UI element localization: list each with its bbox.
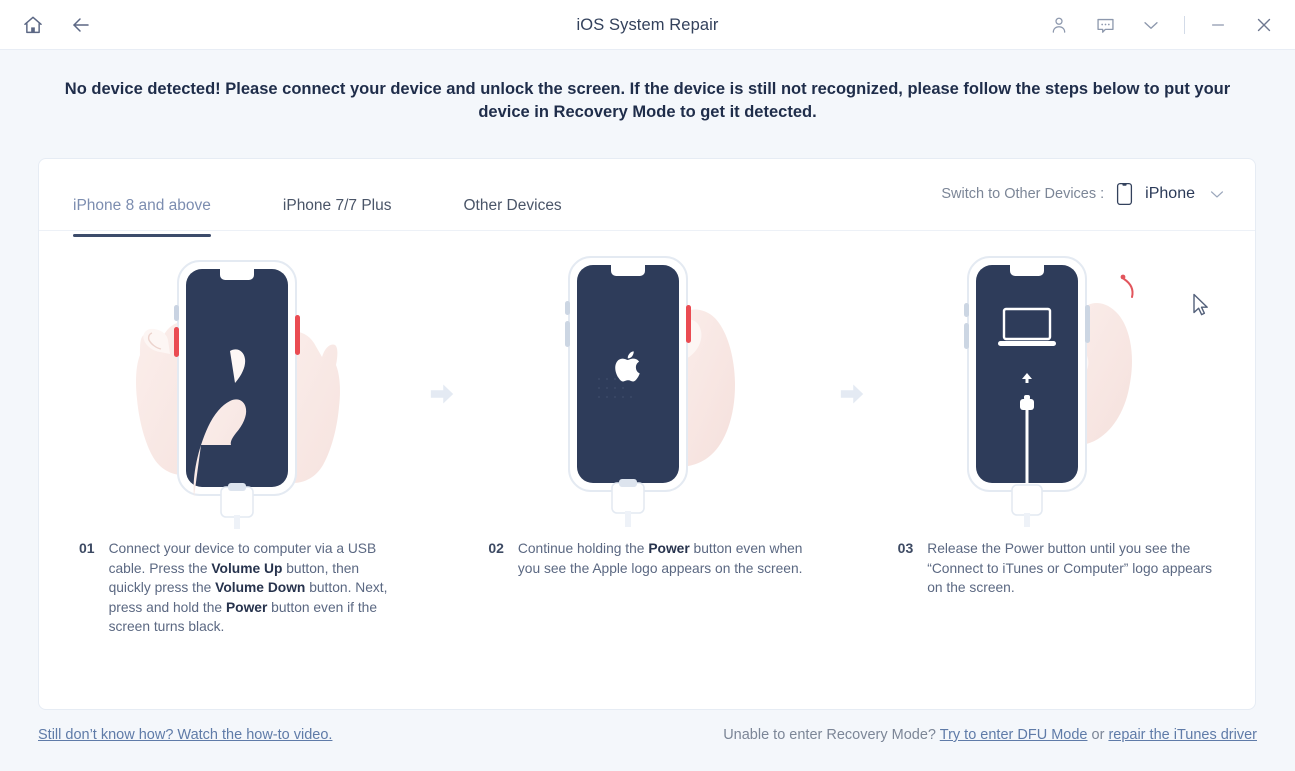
step-number: 01 xyxy=(79,540,95,556)
minimize-icon[interactable] xyxy=(1205,12,1231,38)
footer-help-text: Unable to enter Recovery Mode? Try to en… xyxy=(723,727,1257,743)
tab-other-devices[interactable]: Other Devices xyxy=(463,173,561,215)
repair-itunes-driver-link[interactable]: repair the iTunes driver xyxy=(1108,727,1257,743)
step-number: 02 xyxy=(488,540,504,556)
step-01-illustration xyxy=(45,243,430,533)
back-arrow-icon[interactable] xyxy=(68,12,94,38)
title-bar-right-controls xyxy=(1046,0,1277,50)
step-02: 02 Continue holding the Power button eve… xyxy=(454,231,839,651)
device-tab-row: iPhone 8 and above iPhone 7/7 Plus Other… xyxy=(39,159,1255,237)
step-description: Release the Power button until you see t… xyxy=(927,541,1213,595)
step-arrow-1-to-2 xyxy=(430,243,454,545)
step-01: 01 Connect your device to computer via a… xyxy=(45,231,430,651)
step-03-illustration xyxy=(864,243,1249,533)
user-account-icon[interactable] xyxy=(1046,12,1072,38)
recovery-steps-card: iPhone 8 and above iPhone 7/7 Plus Other… xyxy=(38,158,1256,710)
steps-container: 01 Connect your device to computer via a… xyxy=(39,231,1255,651)
title-bar-left-controls xyxy=(0,12,94,38)
dfu-mode-link[interactable]: Try to enter DFU Mode xyxy=(940,727,1088,743)
footer: Still don’t know how? Watch the how-to v… xyxy=(0,711,1295,771)
phone-icon xyxy=(1116,182,1133,206)
step-description: Continue holding the Power button even w… xyxy=(517,541,803,576)
tab-iphone-7-7-plus[interactable]: iPhone 7/7 Plus xyxy=(283,173,392,215)
step-03: 03 Release the Power button until you se… xyxy=(864,231,1249,651)
chevron-down-icon[interactable] xyxy=(1207,184,1227,204)
selected-device-value: iPhone xyxy=(1145,185,1195,202)
switch-to-other-devices[interactable]: Switch to Other Devices : iPhone xyxy=(941,159,1227,229)
step-arrow-2-to-3 xyxy=(840,243,864,545)
ios-system-repair-window: iOS System Repair No device detected! Pl… xyxy=(0,0,1295,771)
step-02-illustration xyxy=(454,243,839,533)
step-number: 03 xyxy=(897,540,914,556)
chat-bubble-icon[interactable] xyxy=(1092,12,1118,38)
recovery-mode-question: Unable to enter Recovery Mode? xyxy=(723,727,940,743)
close-icon[interactable] xyxy=(1251,12,1277,38)
footer-or: or xyxy=(1087,727,1109,743)
tab-iphone-8-and-above[interactable]: iPhone 8 and above xyxy=(73,173,211,237)
chevron-down-icon[interactable] xyxy=(1138,12,1164,38)
home-icon[interactable] xyxy=(20,12,46,38)
status-headline: No device detected! Please connect your … xyxy=(64,80,1231,121)
device-tabs: iPhone 8 and above iPhone 7/7 Plus Other… xyxy=(39,159,634,237)
switch-devices-label: Switch to Other Devices : xyxy=(941,186,1105,202)
titlebar-divider xyxy=(1184,16,1185,34)
title-bar: iOS System Repair xyxy=(0,0,1295,50)
watch-how-to-video-link[interactable]: Still don’t know how? Watch the how-to v… xyxy=(38,727,332,743)
step-01-text: 01 Connect your device to computer via a… xyxy=(45,533,430,637)
step-03-text: 03 Release the Power button until you se… xyxy=(864,533,1249,598)
step-02-text: 02 Continue holding the Power button eve… xyxy=(454,533,839,578)
step-description: Connect your device to computer via a US… xyxy=(108,541,388,634)
